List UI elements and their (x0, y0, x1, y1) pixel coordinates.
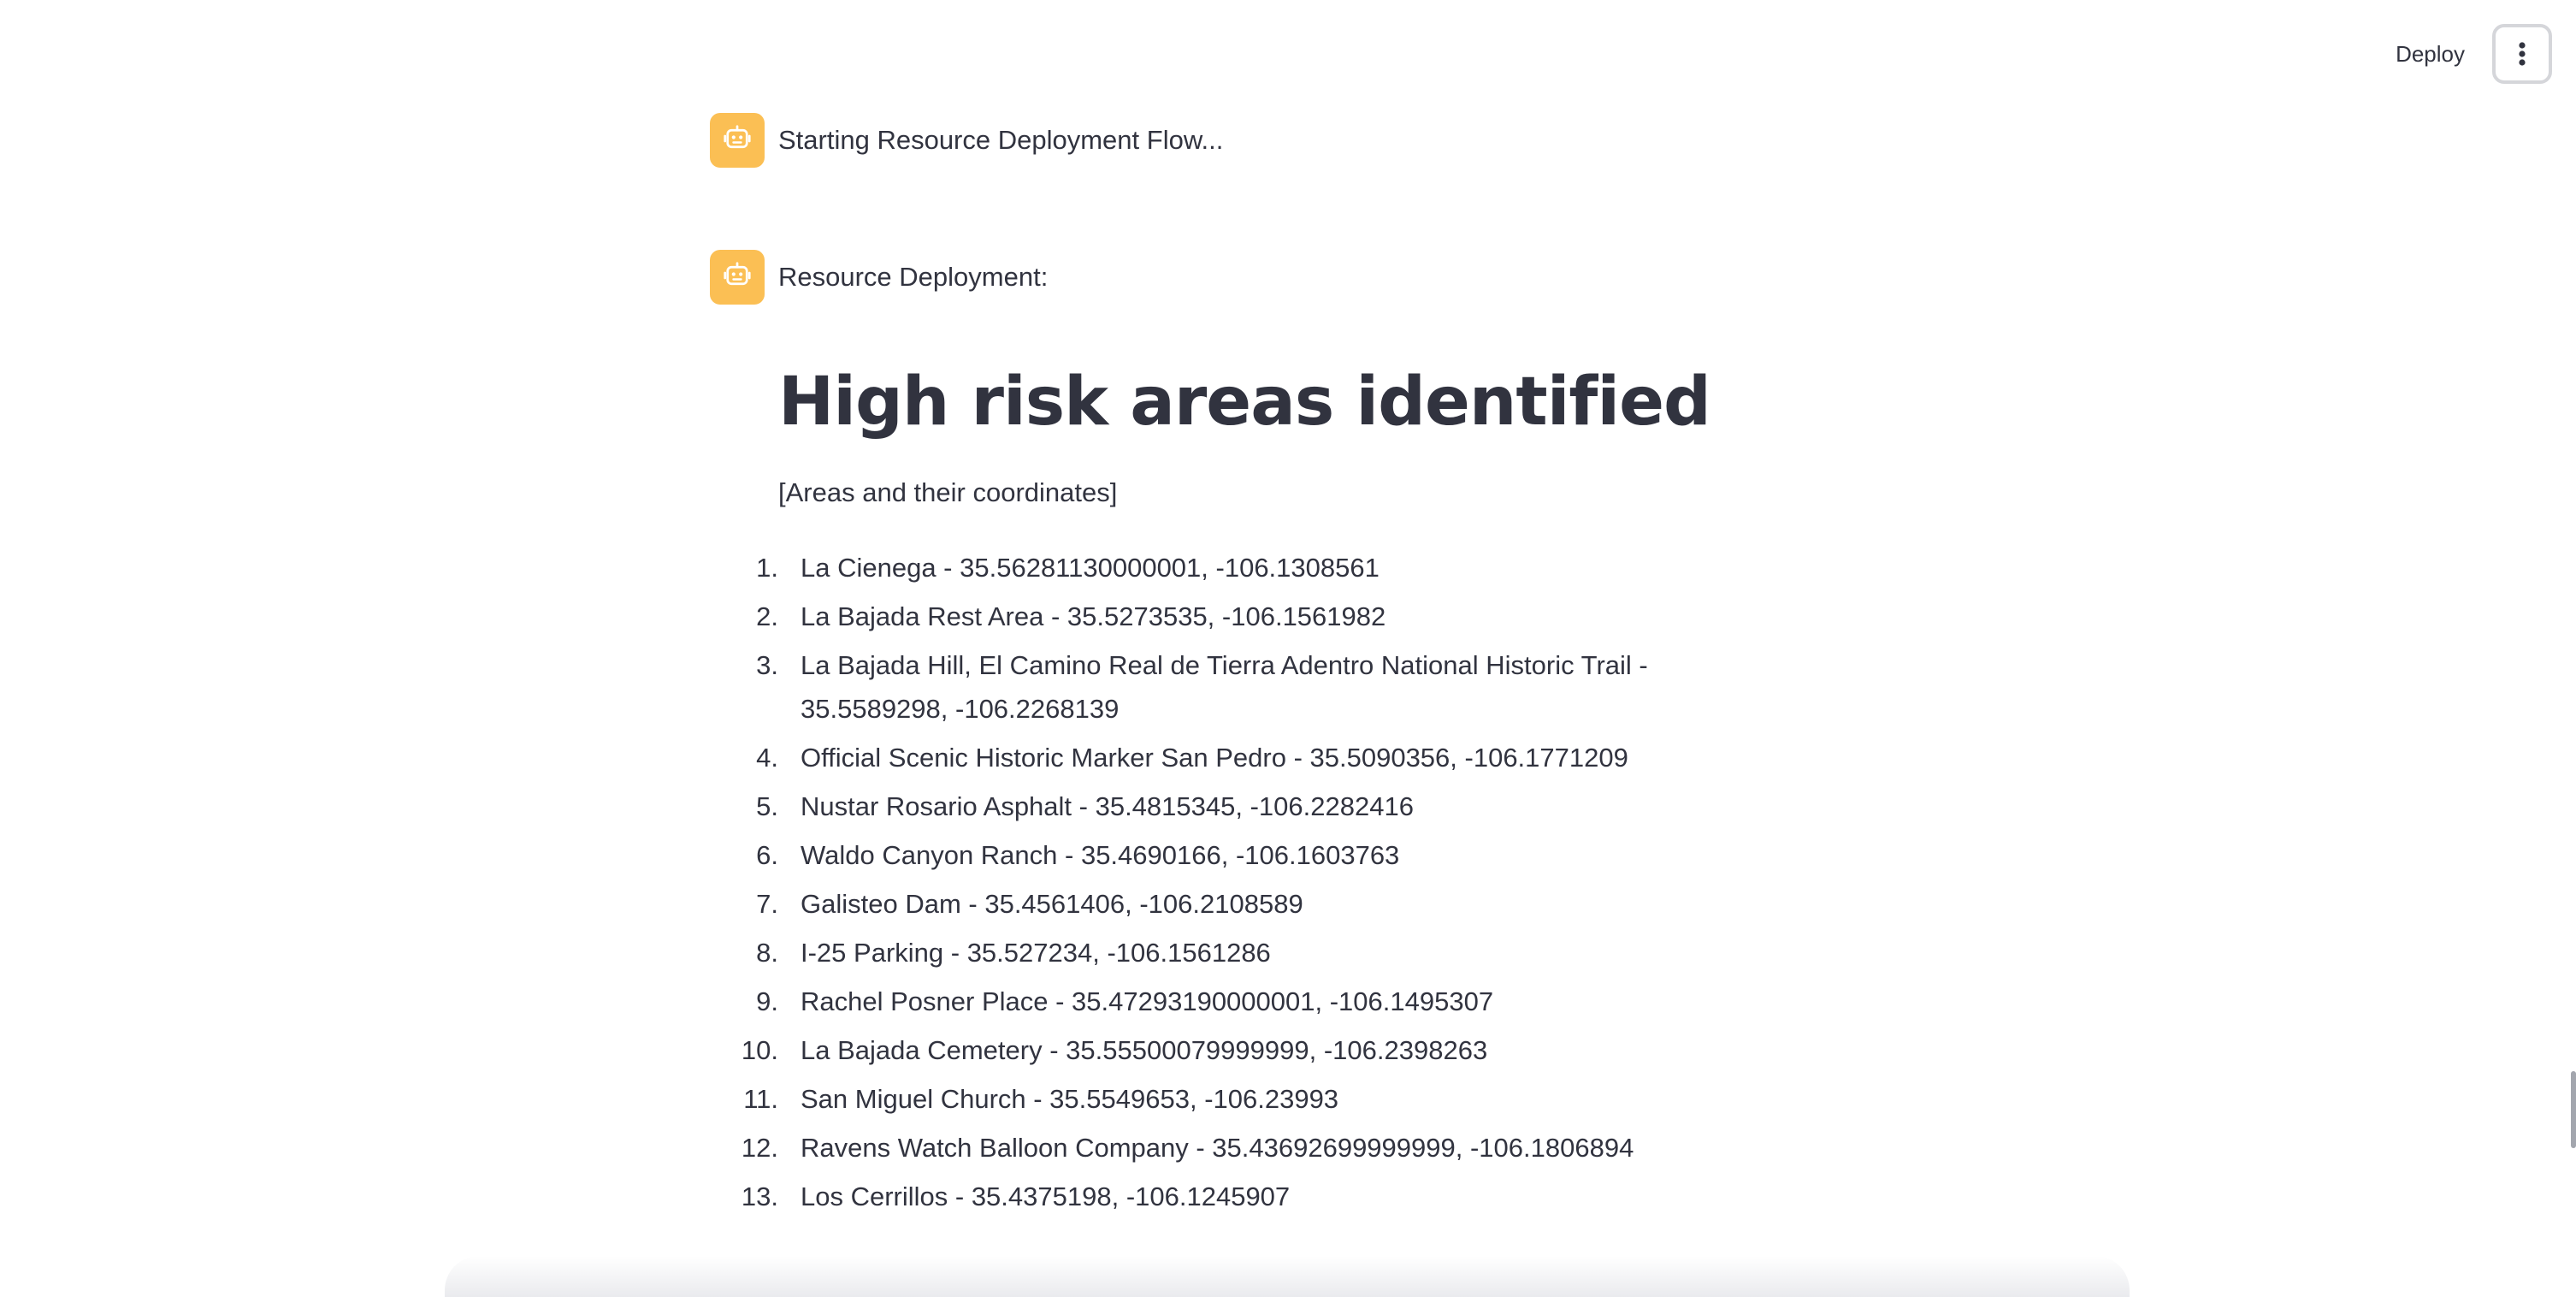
scrollbar-thumb[interactable] (2571, 1071, 2576, 1148)
robot-icon (722, 123, 753, 158)
header-toolbar: Deploy (2385, 24, 2552, 84)
message-text: Starting Resource Deployment Flow... (778, 125, 1224, 155)
deploy-button[interactable]: Deploy (2385, 33, 2475, 76)
chat-message: Resource Deployment: (710, 250, 1048, 305)
assistant-avatar (710, 113, 765, 168)
vertical-ellipsis-icon (2518, 41, 2526, 67)
list-number: 13. (741, 1182, 778, 1211)
list-item: 6. Waldo Canyon Ranch - 35.4690166, -106.… (756, 833, 1839, 877)
list-item: 8. I-25 Parking - 35.527234, -106.1561286 (756, 931, 1839, 974)
list-number: 8. (756, 938, 778, 968)
list-item: 7. Galisteo Dam - 35.4561406, -106.210858… (756, 882, 1839, 926)
list-item: 1. La Cienega - 35.56281130000001, -106.1… (756, 546, 1839, 589)
robot-icon (722, 260, 753, 295)
report-subtitle: [Areas and their coordinates] (778, 477, 1118, 507)
list-item: 9. Rachel Posner Place - 35.4729319000000… (756, 980, 1839, 1023)
list-item: 10. La Bajada Cemetery - 35.5550007999999… (741, 1028, 1839, 1072)
app-page: Deploy Starting Resource Deployment Flow… (0, 0, 2576, 1297)
area-text: Nustar Rosario Asphalt - 35.4815345, -10… (801, 791, 1414, 821)
list-item: 11. San Miguel Church - 35.5549653, -106.… (743, 1077, 1839, 1121)
list-item: 13. Los Cerrillos - 35.4375198, -106.1245… (741, 1175, 1839, 1218)
list-item: 2. La Bajada Rest Area - 35.5273535, -106… (756, 595, 1839, 638)
list-item: 12. Ravens Watch Balloon Company - 35.436… (741, 1126, 1839, 1170)
list-number: 7. (756, 889, 778, 919)
area-text: Galisteo Dam - 35.4561406, -106.2108589 (801, 889, 1303, 919)
list-item: 4. Official Scenic Historic Marker San Pe… (756, 736, 1839, 779)
list-number: 3. (756, 650, 778, 680)
assistant-avatar (710, 250, 765, 305)
list-number: 1. (756, 553, 778, 583)
area-text: Los Cerrillos - 35.4375198, -106.1245907 (801, 1182, 1291, 1211)
area-text: La Bajada Hill, El Camino Real de Tierra… (801, 650, 1648, 724)
list-number: 12. (741, 1133, 778, 1163)
area-text: Waldo Canyon Ranch - 35.4690166, -106.16… (801, 840, 1400, 870)
area-text: Rachel Posner Place - 35.47293190000001,… (801, 986, 1494, 1016)
list-number: 9. (756, 986, 778, 1016)
report-heading: High risk areas identified (778, 364, 1711, 441)
message-text: Resource Deployment: (778, 262, 1049, 292)
list-number: 10. (741, 1035, 778, 1065)
list-number: 2. (756, 601, 778, 631)
area-list: 1. La Cienega - 35.56281130000001, -106.1… (741, 546, 1839, 1218)
area-text: San Miguel Church - 35.5549653, -106.239… (801, 1084, 1339, 1114)
area-text: I-25 Parking - 35.527234, -106.1561286 (801, 938, 1271, 968)
list-item: 5. Nustar Rosario Asphalt - 35.4815345, -… (756, 785, 1839, 828)
chat-input-shadow (445, 1256, 2130, 1297)
main-menu-button[interactable] (2492, 24, 2552, 84)
area-text: La Cienega - 35.56281130000001, -106.130… (801, 553, 1380, 583)
list-item: 3. La Bajada Hill, El Camino Real de Tier… (756, 643, 1839, 731)
list-number: 4. (756, 743, 778, 773)
list-number: 11. (743, 1084, 778, 1114)
list-number: 5. (756, 791, 778, 821)
area-text: La Bajada Rest Area - 35.5273535, -106.1… (801, 601, 1386, 631)
chat-message: Starting Resource Deployment Flow... (710, 113, 1223, 168)
area-text: Official Scenic Historic Marker San Pedr… (801, 743, 1628, 773)
report-content: High risk areas identified [Areas and th… (741, 342, 1839, 1223)
area-text: Ravens Watch Balloon Company - 35.436926… (801, 1133, 1634, 1163)
list-number: 6. (756, 840, 778, 870)
area-text: La Bajada Cemetery - 35.55500079999999, … (801, 1035, 1488, 1065)
